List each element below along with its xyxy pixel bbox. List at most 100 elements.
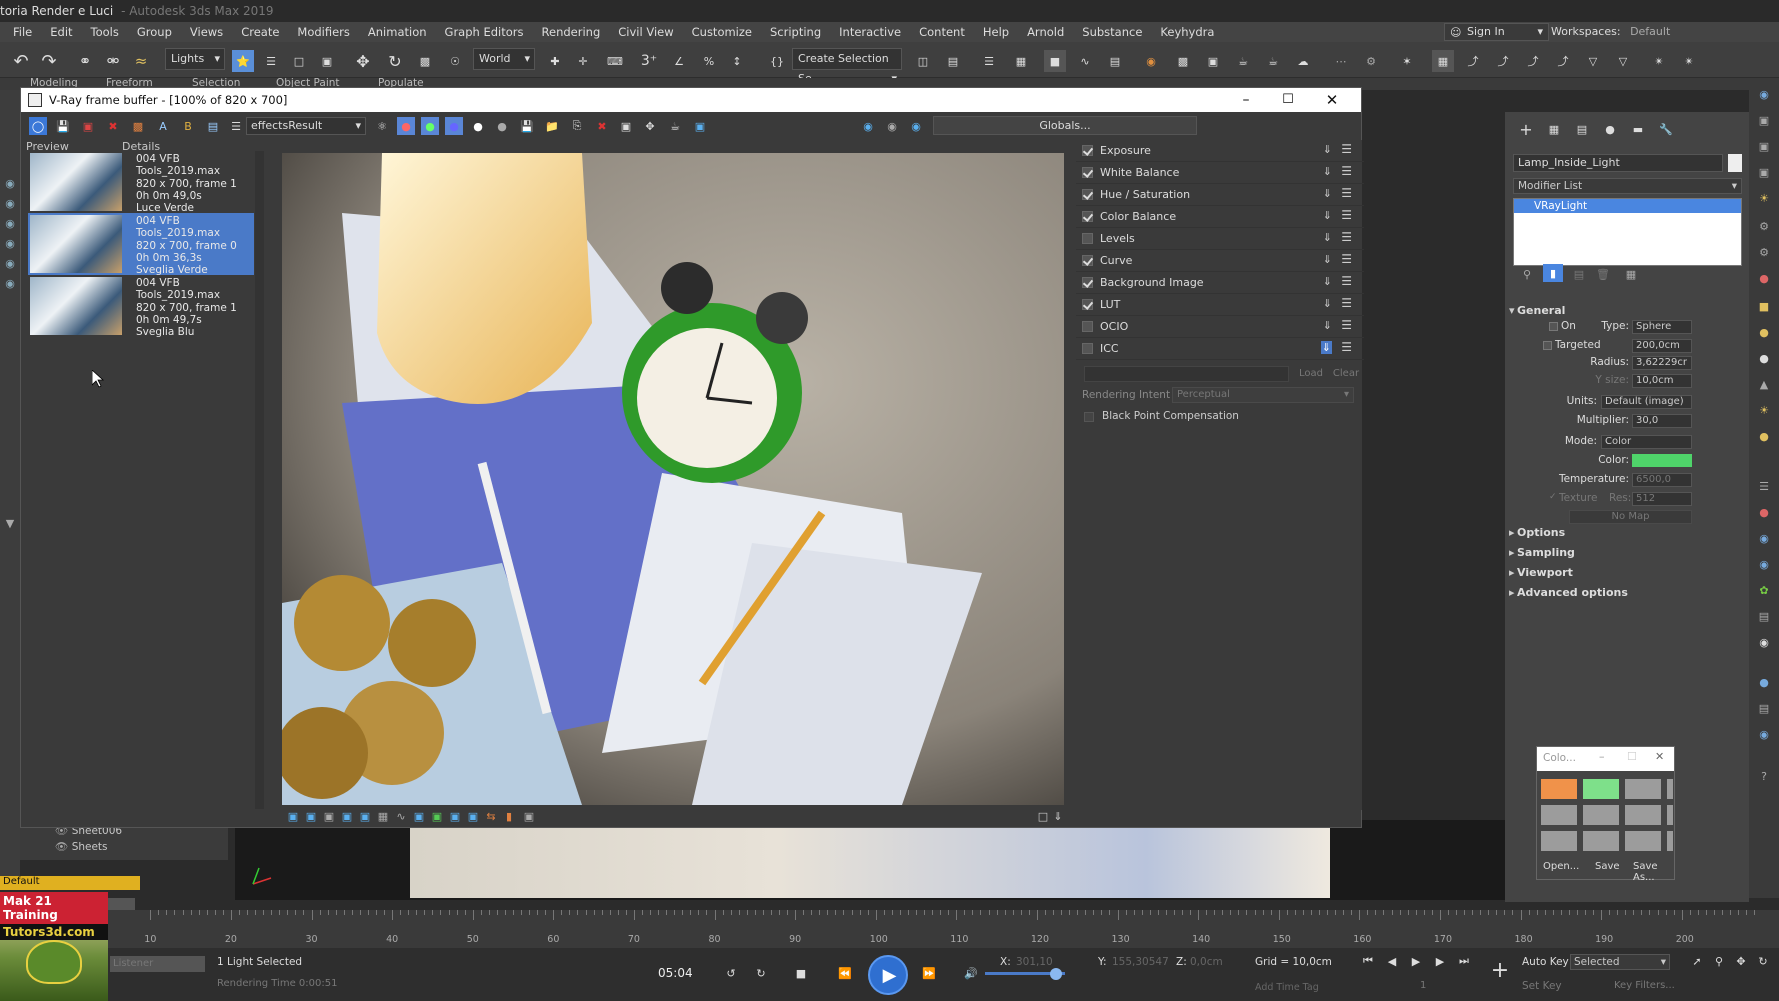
- hamburger-icon[interactable]: ☰: [1341, 208, 1352, 222]
- vray-icon-11[interactable]: ▲: [1756, 376, 1772, 392]
- bpc-checkbox[interactable]: [1084, 412, 1094, 422]
- motion-tab-icon[interactable]: ●: [1601, 120, 1619, 138]
- on-checkbox[interactable]: [1549, 322, 1558, 331]
- light-color-swatch[interactable]: [1632, 454, 1692, 467]
- menu-interactive[interactable]: Interactive: [830, 25, 910, 39]
- save-image-icon[interactable]: 💾: [518, 117, 536, 135]
- lut-icon[interactable]: ▣: [322, 809, 336, 823]
- follow-mouse-icon[interactable]: ✥: [641, 117, 659, 135]
- info-icon[interactable]: ▣: [522, 809, 536, 823]
- make-unique-icon[interactable]: ▤: [1571, 266, 1587, 282]
- maximize-icon[interactable]: ☐: [1627, 750, 1637, 763]
- layer-row-hue-saturation[interactable]: Hue / Saturation ⇓ ☰: [1076, 184, 1364, 206]
- units-dropdown[interactable]: Default (image): [1601, 395, 1692, 409]
- layer-checkbox[interactable]: [1082, 233, 1093, 244]
- color-swatch[interactable]: [1667, 805, 1673, 825]
- hamburger-icon[interactable]: ☰: [1341, 318, 1352, 332]
- tools-icon[interactable]: ⚙: [1360, 50, 1382, 72]
- compare-icon[interactable]: ▩: [129, 117, 147, 135]
- load-image-icon[interactable]: 📁: [543, 117, 561, 135]
- render-in-cloud-icon[interactable]: ☁: [1292, 50, 1314, 72]
- ribbon-toggle-icon[interactable]: ■: [1044, 50, 1066, 72]
- alpha-channel-icon[interactable]: ●: [469, 117, 487, 135]
- rendered-frame-icon[interactable]: ▣: [1202, 50, 1224, 72]
- layer-row-curve[interactable]: Curve ⇓ ☰: [1076, 250, 1364, 272]
- add-key-icon[interactable]: +: [1488, 958, 1512, 983]
- region-icon[interactable]: ▣: [617, 117, 635, 135]
- layer-row-levels[interactable]: Levels ⇓ ☰: [1076, 228, 1364, 250]
- vray-icon-6[interactable]: ⚙: [1756, 244, 1772, 260]
- menu-arnold[interactable]: Arnold: [1018, 25, 1073, 39]
- selection-filter-dropdown[interactable]: Lights ▾: [165, 48, 225, 70]
- bind-spacewarp-icon[interactable]: ≈: [130, 50, 152, 72]
- vray-tool-6-icon[interactable]: ▽: [1612, 50, 1634, 72]
- split-icon[interactable]: ⇆: [484, 809, 498, 823]
- create-tab-icon[interactable]: +: [1517, 120, 1535, 139]
- minimize-icon[interactable]: –: [1231, 88, 1261, 112]
- align-icon[interactable]: ▤: [942, 50, 964, 72]
- color-swatch[interactable]: [1541, 779, 1577, 799]
- collapse-advanced-icon[interactable]: ▸: [1509, 586, 1515, 599]
- ocio-icon[interactable]: ▣: [340, 809, 354, 823]
- list-item[interactable]: 👁 Sheets: [55, 840, 108, 853]
- history-toggle-icon[interactable]: ◯: [29, 117, 47, 135]
- layer-row-icc[interactable]: ICC ⇓ ☰: [1076, 338, 1364, 360]
- pivot-icon[interactable]: ✚: [544, 50, 566, 72]
- move-icon[interactable]: ✥: [352, 50, 374, 72]
- rendered-image[interactable]: [282, 153, 1064, 805]
- object-name-input[interactable]: Lamp_Inside_Light: [1513, 154, 1723, 172]
- vray-icon-16[interactable]: ◉: [1756, 556, 1772, 572]
- vray-icon-19[interactable]: ◉: [1756, 634, 1772, 650]
- vray-icon-4[interactable]: ▣: [1756, 164, 1772, 180]
- current-frame[interactable]: 1: [1420, 980, 1426, 991]
- layer-checkbox[interactable]: [1082, 145, 1093, 156]
- hamburger-icon[interactable]: ☰: [1341, 340, 1352, 354]
- viewport-rollout-header[interactable]: Viewport: [1517, 566, 1573, 579]
- render-production-icon[interactable]: ☕: [1232, 50, 1254, 72]
- history-scrollbar[interactable]: [255, 151, 264, 809]
- edit-named-sets-icon[interactable]: {}: [766, 50, 788, 72]
- modifier-list-dropdown[interactable]: Modifier List ▾: [1513, 178, 1742, 194]
- layer-checkbox[interactable]: [1082, 167, 1093, 178]
- utilities-tab-icon[interactable]: 🔧: [1657, 120, 1675, 138]
- hamburger-icon[interactable]: ☰: [1341, 230, 1352, 244]
- show-end-result-icon[interactable]: ▮: [1543, 264, 1563, 282]
- menu-modifiers[interactable]: Modifiers: [288, 25, 359, 39]
- collapse-options-icon[interactable]: ▸: [1509, 526, 1515, 539]
- rendering-intent-dropdown[interactable]: Perceptual ▾: [1172, 387, 1354, 403]
- vray-icon-8[interactable]: ■: [1756, 298, 1772, 314]
- green-channel-icon[interactable]: ●: [421, 117, 439, 135]
- curve-icon[interactable]: ∿: [394, 809, 408, 823]
- hamburger-icon[interactable]: ☰: [1341, 142, 1352, 156]
- menu-create[interactable]: Create: [232, 25, 288, 39]
- layer-checkbox[interactable]: [1082, 277, 1093, 288]
- res-spinner[interactable]: 512: [1632, 492, 1692, 506]
- collapse-general-icon[interactable]: ▾: [1509, 304, 1515, 317]
- targeted-spinner[interactable]: 200,0cm: [1632, 339, 1692, 353]
- player-loop-icon[interactable]: ↺: [722, 964, 740, 982]
- maximize-icon[interactable]: ☐: [1273, 88, 1303, 112]
- vray-icon-3[interactable]: ▣: [1756, 138, 1772, 154]
- stack-item-vraylight[interactable]: VRayLight: [1514, 199, 1741, 213]
- vray-icon-2[interactable]: ▣: [1756, 112, 1772, 128]
- goto-start-icon[interactable]: ⏮: [1360, 954, 1376, 968]
- link-icon[interactable]: ⚭: [74, 50, 96, 72]
- chevron-down-icon[interactable]: ⇓: [1323, 319, 1332, 332]
- auto-key-button[interactable]: Auto Key: [1522, 956, 1569, 968]
- menu-scripting[interactable]: Scripting: [761, 25, 830, 39]
- layer-checkbox[interactable]: [1082, 343, 1093, 354]
- vray-tool-3-icon[interactable]: ⤴: [1522, 50, 1544, 72]
- sampling-rollout-header[interactable]: Sampling: [1517, 546, 1575, 559]
- icc-clear-button[interactable]: Clear: [1330, 366, 1362, 382]
- curve-editor-icon[interactable]: ∿: [1074, 50, 1096, 72]
- mirror-icon[interactable]: ◫: [912, 50, 934, 72]
- menu-substance[interactable]: Substance: [1073, 25, 1151, 39]
- vray-icon-21[interactable]: ▤: [1756, 700, 1772, 716]
- hierarchy-tab-icon[interactable]: ▤: [1573, 120, 1591, 138]
- angle-snap-icon[interactable]: ∠: [668, 50, 690, 72]
- filter-icon-6[interactable]: ◉: [3, 276, 17, 290]
- pixel-icon[interactable]: ▣: [448, 809, 462, 823]
- filter-icon-3[interactable]: ◉: [3, 216, 17, 230]
- prev-frame-icon[interactable]: ◀: [1384, 954, 1400, 968]
- menu-customize[interactable]: Customize: [683, 25, 761, 39]
